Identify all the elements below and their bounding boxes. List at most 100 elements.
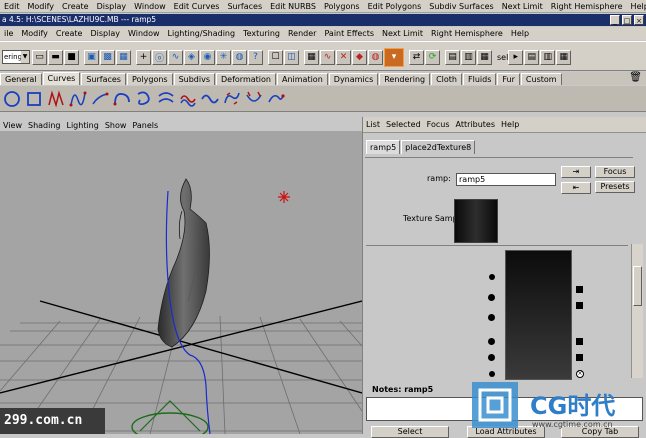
ramp-delete-handle-icon[interactable]: × [576,370,584,378]
open-scene-icon[interactable]: ▬ [48,49,63,65]
menu-modify[interactable]: Modify [17,27,52,40]
select-hierarchy-icon[interactable]: ▣ [84,49,99,65]
ae-menu-selected[interactable]: Selected [383,120,424,129]
ramp-position-handle[interactable] [488,338,495,345]
menu-modify[interactable]: Modify [24,0,59,12]
attach-curve-icon[interactable] [178,89,198,109]
presets-button[interactable]: Presets [595,181,635,193]
menu-display[interactable]: Display [86,27,124,40]
select-deformations-icon[interactable]: ◉ [200,49,215,65]
snap-point-icon[interactable]: ✕ [336,49,351,65]
snap-grid-icon[interactable]: ▦ [304,49,319,65]
menu-window[interactable]: Window [130,0,170,12]
menu-next-limit[interactable]: Next Limit [498,0,547,12]
ae-menu-attributes[interactable]: Attributes [453,120,499,129]
menu-file[interactable]: ile [0,27,17,40]
menu-right-hemisphere[interactable]: Right Hemisphere [427,27,507,40]
snap-curve-icon[interactable]: ∿ [320,49,335,65]
trash-icon[interactable]: 🗑 [629,72,642,83]
ep-curve-icon[interactable] [68,89,88,109]
snap-view-plane-icon[interactable]: ◆ [352,49,367,65]
ramp-position-handle[interactable] [489,371,495,377]
construction-history-icon[interactable]: ⟳ [425,49,440,65]
arc-icon[interactable] [112,89,132,109]
ipr-render-icon[interactable]: ▥ [461,49,476,65]
select-dynamics-icon[interactable]: ✳ [216,49,231,65]
menu-texturing[interactable]: Texturing [239,27,284,40]
shelf-menu-icon[interactable]: ▾ [384,47,404,67]
menu-lighting-shading[interactable]: Lighting/Shading [164,27,240,40]
panel-menu-show[interactable]: Show [102,121,130,130]
ramp-color-handle[interactable] [576,286,583,293]
ramp-position-handle[interactable] [488,314,495,321]
loop-curve-icon[interactable] [222,89,242,109]
circle-icon[interactable] [2,89,22,109]
make-live-icon[interactable]: ◍ [368,49,383,65]
perspective-viewport[interactable] [0,131,362,434]
render-icon[interactable]: ▤ [445,49,460,65]
menu-right-hemisphere[interactable]: Right Hemisphere [547,0,627,12]
shelf-tab-deformation[interactable]: Deformation [216,73,276,85]
square-icon[interactable] [24,89,44,109]
shelf-tab-dynamics[interactable]: Dynamics [328,73,379,85]
ae-menu-list[interactable]: List [363,120,383,129]
menu-create[interactable]: Create [52,27,87,40]
menu-display[interactable]: Display [93,0,131,12]
panel-menu-panels[interactable]: Panels [129,121,161,130]
select-component-icon[interactable]: ▦ [116,49,131,65]
tab-place2dtexture8[interactable]: place2dTexture8 [401,140,476,154]
shelf-tab-fur[interactable]: Fur [497,73,520,85]
minimize-button[interactable]: _ [610,15,620,25]
ramp-color-handle[interactable] [576,302,583,309]
select-button[interactable]: Select [371,426,449,438]
ae-menu-focus[interactable]: Focus [424,120,453,129]
shelf-tab-surfaces[interactable]: Surfaces [81,73,126,85]
shelf-tab-custom[interactable]: Custom [520,73,562,85]
menu-next-limit[interactable]: Next Limit [378,27,427,40]
close-button[interactable]: × [634,15,644,25]
highlight-selection-icon[interactable]: ◫ [284,49,299,65]
input-output-icon[interactable]: ⇄ [409,49,424,65]
new-scene-icon[interactable]: ▭ [32,49,47,65]
revolve-curve-icon[interactable] [134,89,154,109]
focus-button[interactable]: Focus [595,166,635,178]
menu-paint-effects[interactable]: Paint Effects [320,27,378,40]
pencil-curve-icon[interactable] [90,89,110,109]
show-hide-channel-box-icon[interactable]: ▦ [556,49,572,65]
ramp-position-handle[interactable] [489,274,495,280]
menu-edit-polygons[interactable]: Edit Polygons [364,0,426,12]
ae-menu-help[interactable]: Help [498,120,522,129]
menu-help[interactable]: Help [627,0,646,12]
cv-curve-icon[interactable] [46,89,66,109]
input-line-icon[interactable]: ▸ [508,49,524,65]
menu-polygons[interactable]: Polygons [320,0,364,12]
ramp-gradient[interactable] [505,250,572,380]
ramp-color-handle[interactable] [576,338,583,345]
offset-curve-icon[interactable] [156,89,176,109]
panel-menu-shading[interactable]: Shading [25,121,64,130]
shelf-tab-subdivs[interactable]: Subdivs [173,73,216,85]
menu-create[interactable]: Create [58,0,93,12]
menu-surfaces[interactable]: Surfaces [223,0,266,12]
ramp-position-handle[interactable] [488,354,495,361]
panel-menu-view[interactable]: View [0,121,25,130]
select-curves-icon[interactable]: ∿ [168,49,183,65]
select-handles-icon[interactable]: + [136,49,151,65]
maximize-button[interactable]: □ [622,15,632,25]
select-joints-icon[interactable]: ⓞ [152,49,167,65]
ae-scrollbar-thumb[interactable] [633,266,642,306]
ramp-name-field[interactable]: ramp5 [456,173,556,186]
ramp-position-handle[interactable] [488,294,495,301]
tab-ramp5[interactable]: ramp5 [366,140,401,154]
mode-selector[interactable]: ering ▼ [2,50,30,64]
shelf-tab-general[interactable]: General [0,73,42,85]
rebuild-curve-icon[interactable] [244,89,264,109]
shelf-tab-rendering[interactable]: Rendering [379,73,431,85]
ramp-color-handle[interactable] [576,354,583,361]
shelf-tab-fluids[interactable]: Fluids [463,73,497,85]
shelf-tab-cloth[interactable]: Cloth [431,73,463,85]
show-hide-tool-settings-icon[interactable]: ▥ [540,49,556,65]
input-connections-button[interactable]: ⇥ [561,166,591,178]
menu-edit-nurbs[interactable]: Edit NURBS [266,0,320,12]
lock-selection-icon[interactable]: ☐ [268,49,283,65]
